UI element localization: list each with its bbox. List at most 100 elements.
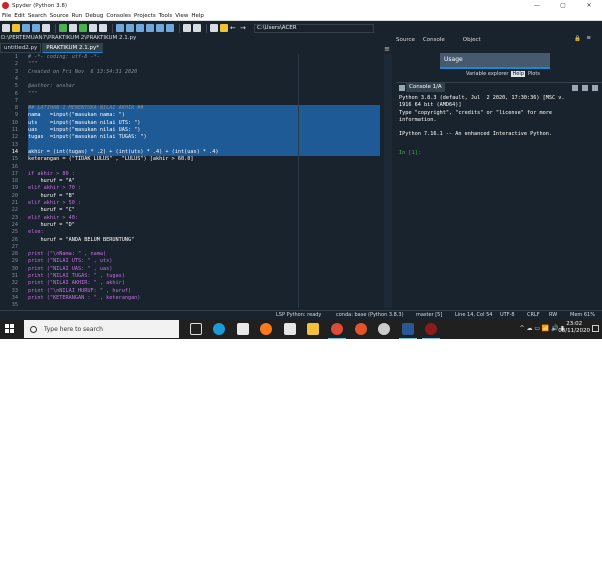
tab-variable-explorer[interactable]: Variable explorer xyxy=(466,71,508,77)
code-line[interactable]: if akhir > 80 : xyxy=(28,171,380,178)
tab-plots[interactable]: Plots xyxy=(528,71,540,77)
step-return-icon[interactable] xyxy=(146,24,154,32)
code-line[interactable] xyxy=(28,302,380,309)
open-file-icon[interactable] xyxy=(12,24,20,32)
taskbar-clock[interactable]: 23:02 08/11/2020 xyxy=(558,321,590,335)
ipython-console[interactable]: Python 3.8.3 (default, Jul 2 2020, 17:30… xyxy=(396,92,602,308)
code-line[interactable]: huruf = "ANDA BELUM BERUNTUNG" xyxy=(28,237,380,244)
editor-scrollbar[interactable] xyxy=(384,54,392,308)
code-line[interactable]: keterangan = ("TIDAK LULUS" , "LULUS") [… xyxy=(28,156,380,163)
code-line[interactable]: print ("NILAI AKHIR: " , akhir) xyxy=(28,280,380,287)
code-editor[interactable]: 1 2 3 4 5 6 7 8 9 10 11 12 13 14 15 16 17 18 19 20 21 22 23 24 2… xyxy=(0,54,393,308)
media-player-icon[interactable] xyxy=(355,323,367,335)
code-line[interactable]: ## LATIHAN 1 MENENTUKA NILAI AKHIR ## xyxy=(28,105,380,113)
step-icon[interactable] xyxy=(126,24,134,32)
code-line[interactable]: else: xyxy=(28,229,380,236)
lock-icon[interactable]: 🔒 xyxy=(574,36,581,42)
taskbar-search-box[interactable]: Type here to search xyxy=(24,320,179,338)
code-line[interactable]: huruf = "C" xyxy=(28,207,380,214)
python-path-icon[interactable] xyxy=(220,24,228,32)
notification-icon[interactable] xyxy=(592,325,599,332)
code-line[interactable]: uas =input("masukan nilai UAS: ") xyxy=(28,127,380,135)
code-line[interactable] xyxy=(28,164,380,171)
code-body[interactable]: # -*- coding: utf-8 -*- """ Created on Fri… xyxy=(28,54,380,308)
code-line[interactable]: Created on Fri Nov 6 13:54:31 2020 xyxy=(28,69,380,76)
word-icon[interactable] xyxy=(399,323,417,339)
console-menu-icon[interactable] xyxy=(592,85,598,91)
run-again-icon[interactable] xyxy=(99,24,107,32)
new-file-icon[interactable] xyxy=(2,24,10,32)
tab-help[interactable]: Help xyxy=(511,71,525,77)
tab-untitled2[interactable]: untitled2.py xyxy=(0,43,42,53)
file-explorer-icon[interactable] xyxy=(307,323,319,335)
minimize-button[interactable]: — xyxy=(524,0,550,11)
close-button[interactable]: ✕ xyxy=(576,0,602,11)
menu-run[interactable]: Run xyxy=(72,13,83,19)
help-options-menu-icon[interactable]: ≡ xyxy=(586,35,591,41)
code-line[interactable] xyxy=(28,76,380,83)
run-icon[interactable] xyxy=(59,24,67,32)
code-line[interactable]: elif akhir > 70 : xyxy=(28,185,380,192)
menu-view[interactable]: View xyxy=(175,13,188,19)
code-line[interactable]: print ("\nNama: " , nama) xyxy=(28,251,380,258)
run-cell-icon[interactable] xyxy=(69,24,77,32)
menu-debug[interactable]: Debug xyxy=(85,13,103,19)
forward-arrow-icon[interactable]: → xyxy=(240,24,248,32)
code-line[interactable]: akhir = (int(tugas) * .2) + (int(uts) * … xyxy=(28,148,380,157)
continue-icon[interactable] xyxy=(156,24,164,32)
stop-debug-icon[interactable] xyxy=(166,24,174,32)
code-line[interactable] xyxy=(28,141,380,149)
code-line[interactable]: huruf = "A" xyxy=(28,178,380,185)
code-line[interactable] xyxy=(28,98,380,105)
code-line[interactable]: huruf = "D" xyxy=(28,222,380,229)
menu-tools[interactable]: Tools xyxy=(159,13,173,19)
spyder-taskbar-icon[interactable] xyxy=(422,323,440,339)
chrome-icon[interactable] xyxy=(328,323,346,339)
menu-edit[interactable]: Edit xyxy=(14,13,25,19)
code-line[interactable]: elif akhir > 50 : xyxy=(28,200,380,207)
maximize-pane-icon[interactable] xyxy=(183,24,191,32)
preferences-wrench-icon[interactable] xyxy=(210,24,218,32)
help-source-label[interactable]: Source xyxy=(396,37,415,43)
edge-icon[interactable] xyxy=(213,323,225,335)
code-line[interactable]: print ("NILAI UTS: " , uts) xyxy=(28,258,380,265)
task-view-icon[interactable] xyxy=(190,323,202,335)
code-line[interactable]: tugas =input("masukan nilai TUGAS: ") xyxy=(28,134,380,142)
app-icon[interactable] xyxy=(378,323,390,335)
editor-options-menu-icon[interactable]: ≡ xyxy=(384,45,390,53)
code-line[interactable] xyxy=(28,244,380,251)
tab-console-1a[interactable]: Console 1/A xyxy=(406,83,445,92)
save-icon[interactable] xyxy=(22,24,30,32)
maximize-button[interactable]: ▢ xyxy=(550,0,576,11)
back-arrow-icon[interactable]: ← xyxy=(230,24,238,32)
help-console-dropdown[interactable]: Console xyxy=(423,37,445,43)
fullscreen-icon[interactable] xyxy=(193,24,201,32)
code-line[interactable]: print ("NILAI TUGAS: " , tugas) xyxy=(28,273,380,280)
code-line[interactable]: nama =input("masukan nama: ") xyxy=(28,112,380,120)
code-line[interactable]: elif akhir > 40: xyxy=(28,215,380,222)
windows-start-icon[interactable] xyxy=(5,324,15,334)
save-all-icon[interactable] xyxy=(32,24,40,32)
menu-consoles[interactable]: Consoles xyxy=(106,13,131,19)
working-directory-field[interactable]: C:\Users\ACER xyxy=(254,23,374,33)
code-line[interactable]: @author: anshar xyxy=(28,83,380,90)
code-line[interactable]: huruf = "B" xyxy=(28,193,380,200)
code-line[interactable]: print ("KETERANGAN : " , keterangan) xyxy=(28,295,380,302)
firefox-icon[interactable] xyxy=(260,323,272,335)
code-line[interactable]: # -*- coding: utf-8 -*- xyxy=(28,54,380,61)
console-prompt[interactable]: In [1]: xyxy=(399,150,599,157)
step-into-icon[interactable] xyxy=(136,24,144,32)
help-object-field[interactable]: Object xyxy=(463,37,481,43)
clear-console-icon[interactable] xyxy=(582,85,588,91)
dropbox-icon[interactable] xyxy=(284,323,296,335)
code-line[interactable]: print ("\nNILAI HURUF: " , huruf) xyxy=(28,288,380,295)
code-line[interactable]: """ xyxy=(28,91,380,98)
menu-source[interactable]: Source xyxy=(50,13,69,19)
run-selection-icon[interactable] xyxy=(89,24,97,32)
code-line[interactable]: """ xyxy=(28,61,380,68)
stop-kernel-icon[interactable] xyxy=(572,85,578,91)
menu-help[interactable]: Help xyxy=(191,13,204,19)
debug-icon[interactable] xyxy=(116,24,124,32)
code-line[interactable]: print ("NILAI UAS: " , uas) xyxy=(28,266,380,273)
mail-icon[interactable] xyxy=(237,323,249,335)
